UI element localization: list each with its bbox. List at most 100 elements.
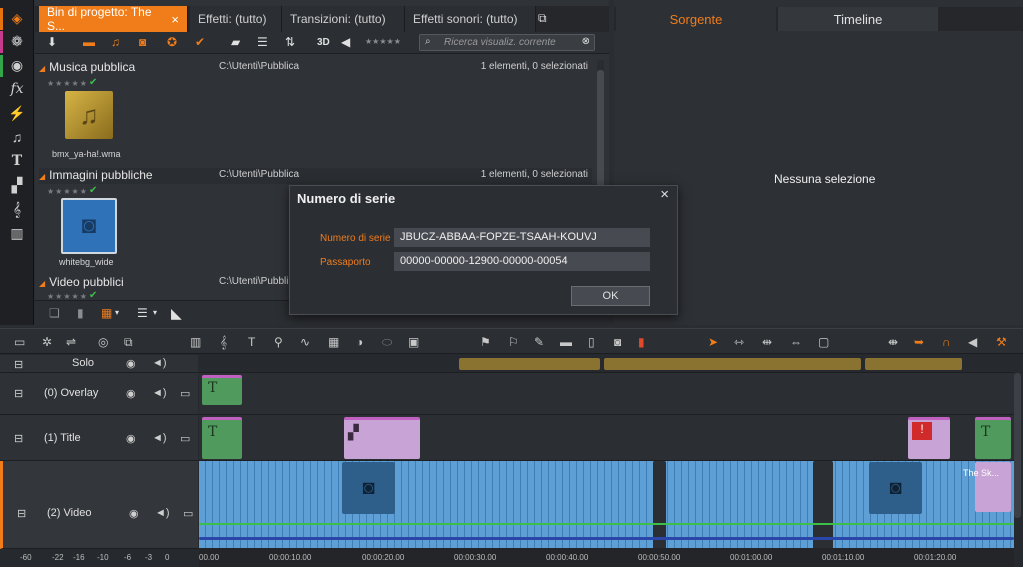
eye-icon[interactable]: ◉ [126,357,136,370]
mixer-icon[interactable]: ▥ [190,335,201,349]
audio-filter-icon[interactable]: ♫ [111,35,120,49]
timeline-settings-icon[interactable]: ▭ [14,335,25,349]
list-menu-icon[interactable]: ☰ [137,306,148,320]
check-filter-icon[interactable]: ✔ [195,35,205,49]
tools-icon[interactable]: ⚒ [996,335,1007,349]
tab-source[interactable]: Sorgente [616,7,776,31]
audio-scrub-icon[interactable]: ◀ [968,335,977,349]
section-images[interactable]: ◢ Immagini pubbliche C:\Utenti\Pubblica 1… [39,168,592,184]
title-icon[interactable]: T [6,151,28,171]
marker-menu-icon[interactable]: ⚐ [508,335,519,349]
solo-marker[interactable] [604,358,861,370]
photo-thumbnail[interactable]: ◙ [61,198,117,254]
serial-field[interactable]: JBUCZ-ABBAA-FOPZE-TSAAH-KOUVJ [394,228,650,247]
microphone-icon[interactable]: ⚲ [274,335,283,349]
screen-icon[interactable]: ▭ [180,432,190,445]
item-rating[interactable]: ★★★★★ [47,79,88,88]
title-clip[interactable]: T [202,375,242,405]
pointer-icon[interactable]: ➤ [708,335,718,349]
solo-marker[interactable] [878,358,908,370]
undock-icon[interactable]: ⧉ [538,11,547,26]
export-icon[interactable]: ⧉ [124,335,133,350]
chevron-down-icon[interactable]: ▾ [115,308,119,317]
close-icon[interactable]: × [171,12,179,27]
transition-icon[interactable]: ⚡ [6,103,28,123]
speaker-icon[interactable]: ◄) [152,387,167,399]
tab-sound-effects[interactable]: Effetti sonori: (tutto) [405,6,536,32]
screen-icon[interactable]: ▭ [180,387,190,400]
close-icon[interactable]: × [660,186,669,203]
screen-icon[interactable]: ▭ [183,507,193,520]
magnet-icon[interactable]: ∩ [942,335,951,349]
tab-effects[interactable]: Effetti: (tutto) [190,6,282,32]
solo-marker[interactable] [459,358,600,370]
search-input[interactable]: ⌕ Ricerca visualiz. corrente ⊗ [419,34,595,51]
import-icon[interactable]: ◣ [171,305,182,322]
item-rating[interactable]: ★★★★★ [47,187,88,196]
disc-icon[interactable]: ◉ [6,55,28,75]
ok-button[interactable]: OK [571,286,650,306]
media-icon[interactable]: ❁ [6,31,28,51]
magic-icon[interactable]: ✎ [534,335,544,349]
timeline-scrollbar[interactable] [1014,373,1021,518]
fit-icon[interactable]: ▢ [818,335,829,349]
project-filter-icon[interactable]: ✪ [167,35,177,49]
collapse-icon[interactable]: ◢ [39,279,45,288]
speaker-icon[interactable]: ◄) [152,357,167,369]
timeline-ruler[interactable]: 00.00 00:00:10.00 00:00:20.00 00:00:30.0… [199,548,1014,567]
insert-icon[interactable]: ➥ [914,335,924,349]
piano-icon[interactable]: ▥ [6,223,28,243]
marker-icon[interactable]: ⚑ [480,335,491,349]
scorefitter-icon[interactable]: 𝄞 [220,335,227,350]
library-icon[interactable]: ◈ [6,8,28,28]
slide-icon[interactable]: ⇔ [790,335,802,349]
title-icon[interactable]: T [248,335,255,349]
add-icon[interactable]: ⬇ [47,35,57,49]
trash-icon[interactable]: ▯ [588,335,595,349]
list-view-icon[interactable]: ☰ [257,35,268,49]
photo-filter-icon[interactable]: ◙ [139,35,146,49]
audio-thumbnail[interactable]: ♫ [65,91,113,139]
chevron-down-icon[interactable]: ▾ [153,308,157,317]
lock-icon[interactable]: ⊟ [14,432,23,445]
motion-icon[interactable]: ∿ [300,335,310,349]
render-icon[interactable]: ◎ [98,335,108,349]
tag-icon[interactable]: ◀ [341,35,350,49]
lock-icon[interactable]: ⊟ [17,507,26,520]
view-3d-button[interactable]: 3D [317,37,330,48]
speaker-icon[interactable]: ◄) [152,432,167,444]
montage-clip[interactable]: ! [908,417,950,459]
camera-icon[interactable]: ◙ [614,335,621,349]
tab-transitions[interactable]: Transizioni: (tutto) [282,6,405,32]
sort-icon[interactable]: ⇅ [285,35,295,49]
screen-icon[interactable]: ▣ [408,335,419,349]
tab-project-bin[interactable]: Bin di progetto: The S... × [39,5,188,33]
video-filter-icon[interactable]: ▬ [83,35,95,49]
music-icon[interactable]: ♫ [6,127,28,147]
section-music[interactable]: ◢ Musica pubblica C:\Utenti\Pubblica 1 el… [39,60,592,76]
ripple-icon[interactable]: ⇼ [888,335,898,349]
eye-icon[interactable]: ◉ [129,507,139,520]
slip-icon[interactable]: ⇹ [762,335,772,349]
gear-icon[interactable]: ✲ [42,335,52,349]
collapse-icon[interactable]: ◢ [39,172,45,181]
collapse-icon[interactable]: ◢ [39,64,45,73]
delete-icon[interactable]: ▮ [77,306,84,320]
lock-icon[interactable]: ⊟ [14,358,23,371]
folder-icon[interactable]: ▰ [231,35,240,49]
montage-icon[interactable]: ▞ [6,175,28,195]
title-clip[interactable]: T [975,417,1011,459]
track-menu-icon[interactable]: ⇌ [66,335,76,349]
tab-timeline[interactable]: Timeline [778,7,938,31]
record-icon[interactable]: ▮ [638,335,645,349]
lock-icon[interactable]: ⊟ [14,387,23,400]
fx-icon[interactable]: fx [6,79,28,99]
video-thumbnail[interactable]: ◙ [869,462,922,514]
rating-filter[interactable]: ★★★★★ [365,37,401,46]
grid-icon[interactable]: ▦ [328,335,339,349]
video-thumbnail[interactable]: ◙ [342,462,395,514]
split-icon[interactable]: ▬ [560,335,572,349]
montage-clip[interactable]: ▞ [344,417,420,459]
scorefitter-icon[interactable]: 𝄞 [6,199,28,219]
eye-icon[interactable]: ◉ [126,387,136,400]
